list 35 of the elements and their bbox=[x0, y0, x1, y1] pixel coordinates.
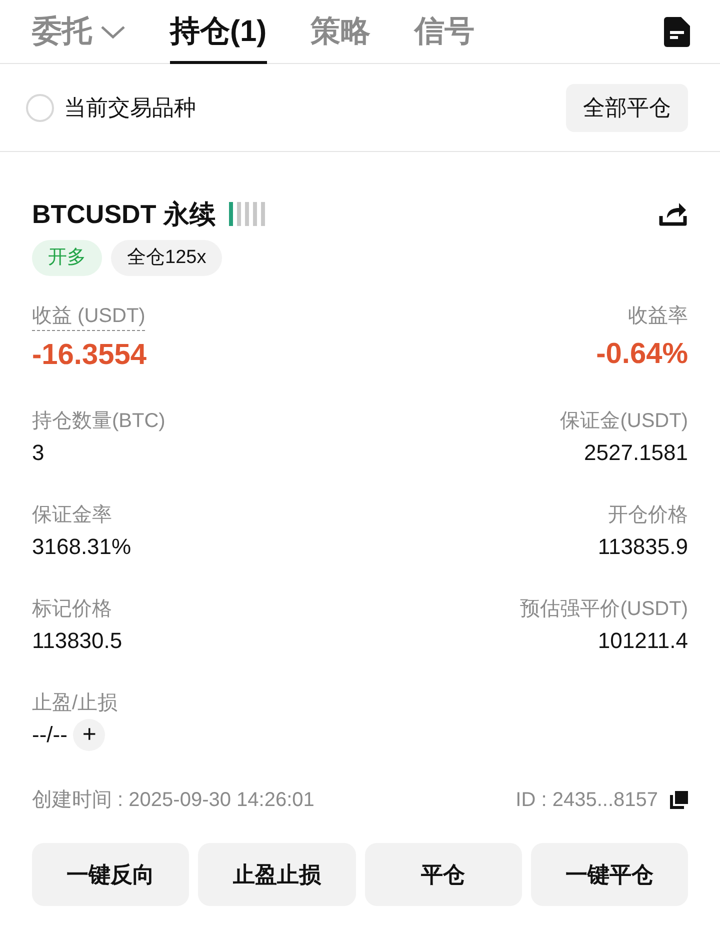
field-label: 标记价格 bbox=[32, 597, 112, 622]
action-button[interactable]: 止盈止损 bbox=[198, 843, 356, 906]
field-value: 3168.31% bbox=[32, 533, 132, 561]
field-label: 持仓数量(BTC) bbox=[32, 409, 166, 434]
field-label: 保证金率 bbox=[32, 503, 112, 528]
field-value: --/-- bbox=[32, 721, 68, 749]
copy-icon[interactable] bbox=[670, 791, 688, 809]
radio-button[interactable] bbox=[26, 94, 54, 122]
field-value: 113830.5 bbox=[32, 627, 122, 655]
action-button[interactable]: 一键反向 bbox=[32, 843, 190, 906]
symbol-title: BTCUSDT 永续 bbox=[32, 198, 216, 230]
field-value: -16.3554 bbox=[32, 338, 146, 373]
field-label: 止盈/止损 bbox=[32, 691, 119, 716]
field-value: 3 bbox=[32, 439, 44, 467]
action-button[interactable]: 平仓 bbox=[364, 843, 522, 906]
position-id: ID : 2435...8157 bbox=[516, 788, 658, 813]
field-value: -0.64% bbox=[596, 337, 688, 372]
close-all-button[interactable]: 全部平仓 bbox=[566, 84, 688, 132]
field-label: 收益 (USDT) bbox=[32, 302, 146, 331]
margin-mode-tag: 全仓125x bbox=[111, 240, 222, 276]
field-value: 2527.1581 bbox=[584, 439, 688, 467]
risk-meter bbox=[229, 202, 266, 226]
tab[interactable]: 持仓(1) bbox=[170, 0, 267, 64]
field-label: 预估强平价(USDT) bbox=[520, 597, 688, 622]
add-button[interactable]: + bbox=[73, 719, 106, 751]
action-button[interactable]: 一键平仓 bbox=[530, 843, 688, 906]
filter-label: 当前交易品种 bbox=[64, 94, 196, 122]
field-label: 保证金(USDT) bbox=[560, 409, 688, 434]
field-value: 113835.9 bbox=[598, 533, 688, 561]
created-time: 创建时间 : 2025-09-30 14:26:01 bbox=[32, 788, 314, 813]
field-label: 开仓价格 bbox=[608, 503, 688, 528]
document-icon[interactable] bbox=[664, 16, 690, 46]
side-tag: 开多 bbox=[32, 240, 102, 276]
field-value: 101211.4 bbox=[598, 627, 688, 655]
field-label: 收益率 bbox=[628, 304, 688, 329]
